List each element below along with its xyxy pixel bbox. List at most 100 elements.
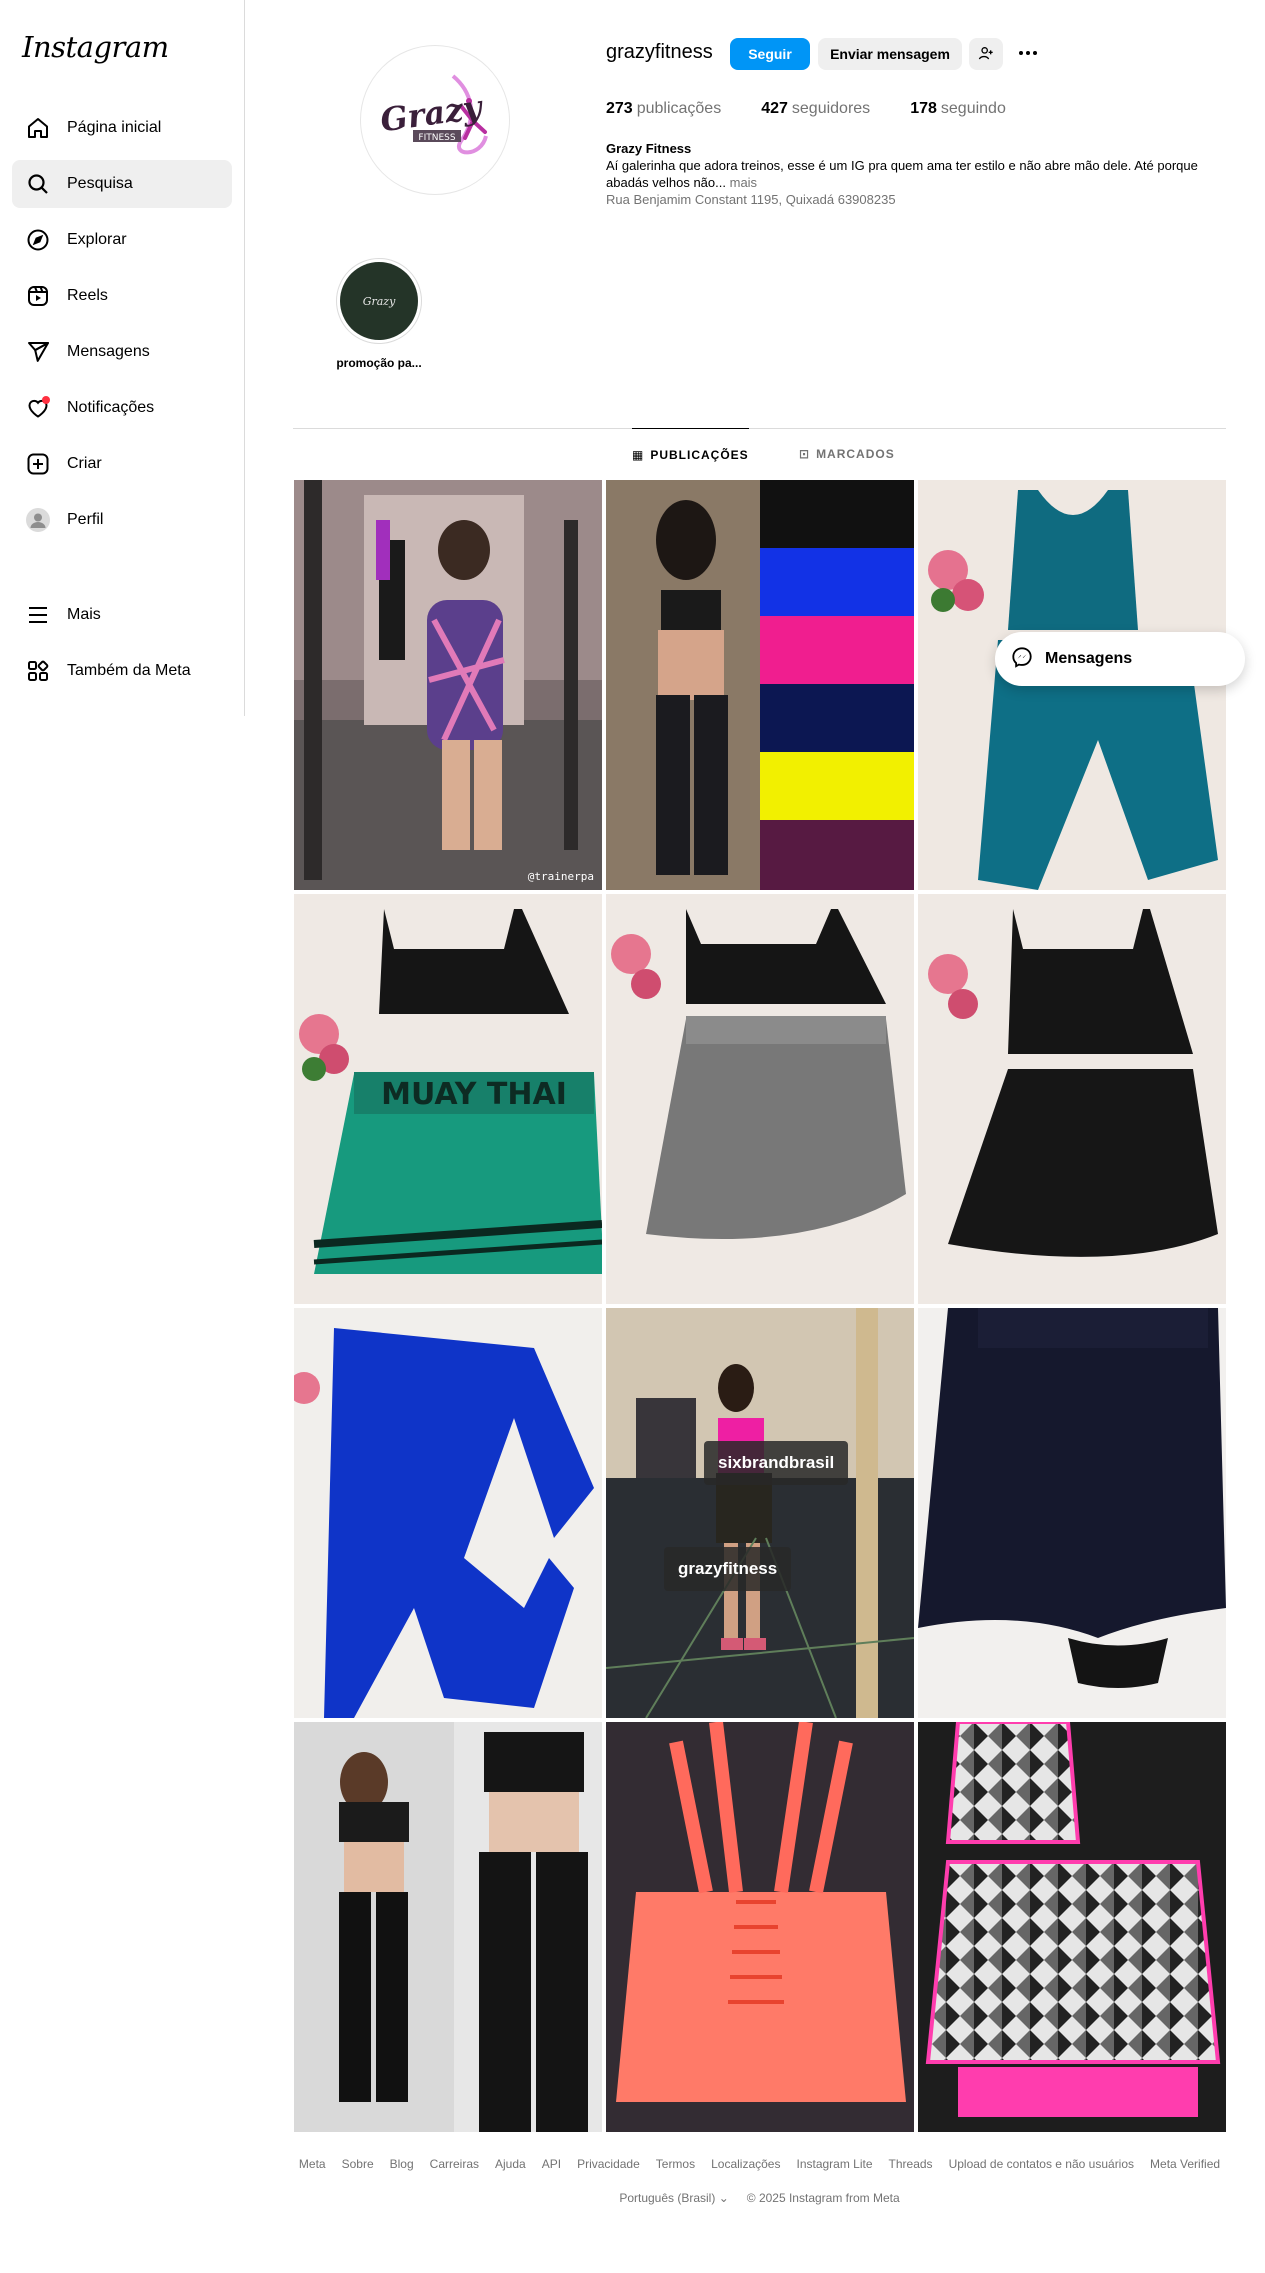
- bio-address[interactable]: Rua Benjamim Constant 1195, Quixadá 6390…: [606, 191, 1206, 208]
- post-thumbnail[interactable]: @trainerpa: [294, 480, 602, 890]
- bio-text: Aí galerinha que adora treinos, esse é u…: [606, 158, 1198, 190]
- posts-count: 273 publicações: [606, 100, 722, 117]
- nav-label: Página inicial: [67, 119, 162, 136]
- nav-also-from-meta[interactable]: Também da Meta: [12, 647, 232, 695]
- following-link[interactable]: 178 seguindo: [910, 100, 1006, 118]
- post-thumbnail[interactable]: [606, 480, 914, 890]
- footer-link[interactable]: Instagram Lite: [796, 2157, 872, 2171]
- nav-reels[interactable]: Reels: [12, 272, 232, 320]
- profile-avatar-icon: [24, 506, 52, 534]
- floating-messages-button[interactable]: Mensagens: [995, 632, 1245, 686]
- skirt-print-text: MUAY THAI: [381, 1077, 567, 1112]
- nav-notifications[interactable]: Notificações: [12, 384, 232, 432]
- notification-badge: [42, 396, 50, 404]
- posts-grid: @trainerpa MUAY THAI sixbrandbrasil graz…: [294, 480, 1226, 2132]
- language-selector[interactable]: Português (Brasil) ⌄: [619, 2191, 728, 2205]
- post-thumbnail[interactable]: [606, 1722, 914, 2132]
- nav-label: Mensagens: [67, 343, 150, 360]
- post-thumbnail[interactable]: [918, 894, 1226, 1304]
- post-thumbnail[interactable]: [918, 1308, 1226, 1718]
- compass-icon: [24, 226, 52, 254]
- footer-link[interactable]: Privacidade: [577, 2157, 640, 2171]
- nav-label: Pesquisa: [67, 175, 133, 192]
- profile-bio: Grazy Fitness Aí galerinha que adora tre…: [606, 140, 1206, 208]
- post-watermark: @trainerpa: [528, 870, 594, 883]
- grid-apps-icon: [24, 657, 52, 685]
- send-message-button[interactable]: Enviar mensagem: [818, 38, 962, 70]
- profile-avatar[interactable]: Grazy FITNESS: [360, 45, 510, 195]
- floating-messages-label: Mensagens: [1045, 650, 1133, 667]
- footer-link[interactable]: Sobre: [342, 2157, 374, 2171]
- nav-label: Notificações: [67, 399, 155, 416]
- more-horizontal-icon: [1016, 41, 1040, 68]
- footer-bottom: Português (Brasil) ⌄ © 2025 Instagram fr…: [293, 2191, 1226, 2205]
- heart-icon: [24, 394, 52, 422]
- nav-label: Reels: [67, 287, 108, 304]
- grid-icon: ▦: [632, 447, 645, 462]
- send-icon: [24, 338, 52, 366]
- footer-links: Meta Sobre Blog Carreiras Ajuda API Priv…: [293, 2157, 1226, 2171]
- follow-button[interactable]: Seguir: [730, 38, 810, 70]
- highlight-label: promoção pa...: [336, 356, 422, 370]
- copyright: © 2025 Instagram from Meta: [746, 2191, 900, 2205]
- nav-label: Perfil: [67, 511, 104, 528]
- post-thumbnail[interactable]: sixbrandbrasil grazyfitness: [606, 1308, 914, 1718]
- footer-link[interactable]: Blog: [390, 2157, 414, 2171]
- instagram-logo[interactable]: Instagram: [22, 30, 169, 64]
- options-button[interactable]: [1012, 38, 1044, 70]
- post-thumbnail[interactable]: [294, 1722, 602, 2132]
- avatar-logo-sub: FITNESS: [418, 133, 455, 143]
- menu-icon: [24, 601, 52, 629]
- post-thumbnail[interactable]: MUAY THAI: [294, 894, 602, 1304]
- tabs-divider: [293, 428, 1226, 429]
- user-tag[interactable]: sixbrandbrasil: [704, 1441, 849, 1485]
- profile-username: grazyfitness: [606, 41, 713, 63]
- nav-explore[interactable]: Explorar: [12, 216, 232, 264]
- user-tag[interactable]: grazyfitness: [664, 1547, 792, 1591]
- footer-link[interactable]: API: [542, 2157, 561, 2171]
- profile-stats: 273 publicações 427 seguidores 178 seguindo: [606, 100, 1006, 118]
- nav-label: Também da Meta: [67, 662, 191, 679]
- nav-profile[interactable]: Perfil: [12, 496, 232, 544]
- sidebar: Instagram Página inicial Pesquisa Explor…: [0, 0, 245, 716]
- nav-home[interactable]: Página inicial: [12, 104, 232, 152]
- footer-link[interactable]: Threads: [889, 2157, 933, 2171]
- messenger-icon: [1011, 646, 1033, 673]
- nav-more[interactable]: Mais: [12, 591, 232, 639]
- bio-text-line: Aí galerinha que adora treinos, esse é u…: [606, 157, 1206, 191]
- story-highlight[interactable]: Grazy promoção pa...: [333, 258, 425, 370]
- post-thumbnail[interactable]: [606, 894, 914, 1304]
- tab-label: PUBLICAÇÕES: [650, 447, 749, 462]
- footer-link[interactable]: Carreiras: [430, 2157, 479, 2171]
- chevron-down-icon: ⌄: [718, 2191, 729, 2205]
- nav-label: Mais: [67, 606, 101, 623]
- post-thumbnail[interactable]: [918, 1722, 1226, 2132]
- highlight-ring: Grazy: [336, 258, 422, 344]
- bio-more-link[interactable]: mais: [730, 175, 757, 190]
- home-icon: [24, 114, 52, 142]
- search-icon: [24, 170, 52, 198]
- footer-link[interactable]: Meta Verified: [1150, 2157, 1220, 2171]
- tab-posts[interactable]: ▦ PUBLICAÇÕES: [632, 428, 749, 480]
- tab-tagged[interactable]: ⊡ MARCADOS: [799, 428, 895, 480]
- suggest-people-button[interactable]: [969, 38, 1003, 70]
- footer-link[interactable]: Meta: [299, 2157, 326, 2171]
- nav-create[interactable]: Criar: [12, 440, 232, 488]
- nav-label: Explorar: [67, 231, 127, 248]
- footer-link[interactable]: Upload de contatos e não usuários: [949, 2157, 1134, 2171]
- footer-link[interactable]: Ajuda: [495, 2157, 526, 2171]
- nav-messages[interactable]: Mensagens: [12, 328, 232, 376]
- add-user-icon: [978, 45, 994, 64]
- nav-label: Criar: [67, 455, 102, 472]
- footer-link[interactable]: Termos: [656, 2157, 695, 2171]
- bio-name: Grazy Fitness: [606, 141, 692, 156]
- followers-link[interactable]: 427 seguidores: [761, 100, 870, 118]
- tab-label: MARCADOS: [816, 447, 895, 461]
- highlight-cover: Grazy: [340, 262, 418, 340]
- tagged-icon: ⊡: [799, 447, 811, 461]
- post-thumbnail[interactable]: [294, 1308, 602, 1718]
- plus-icon: [24, 450, 52, 478]
- nav-search[interactable]: Pesquisa: [12, 160, 232, 208]
- footer-link[interactable]: Localizações: [711, 2157, 780, 2171]
- reels-icon: [24, 282, 52, 310]
